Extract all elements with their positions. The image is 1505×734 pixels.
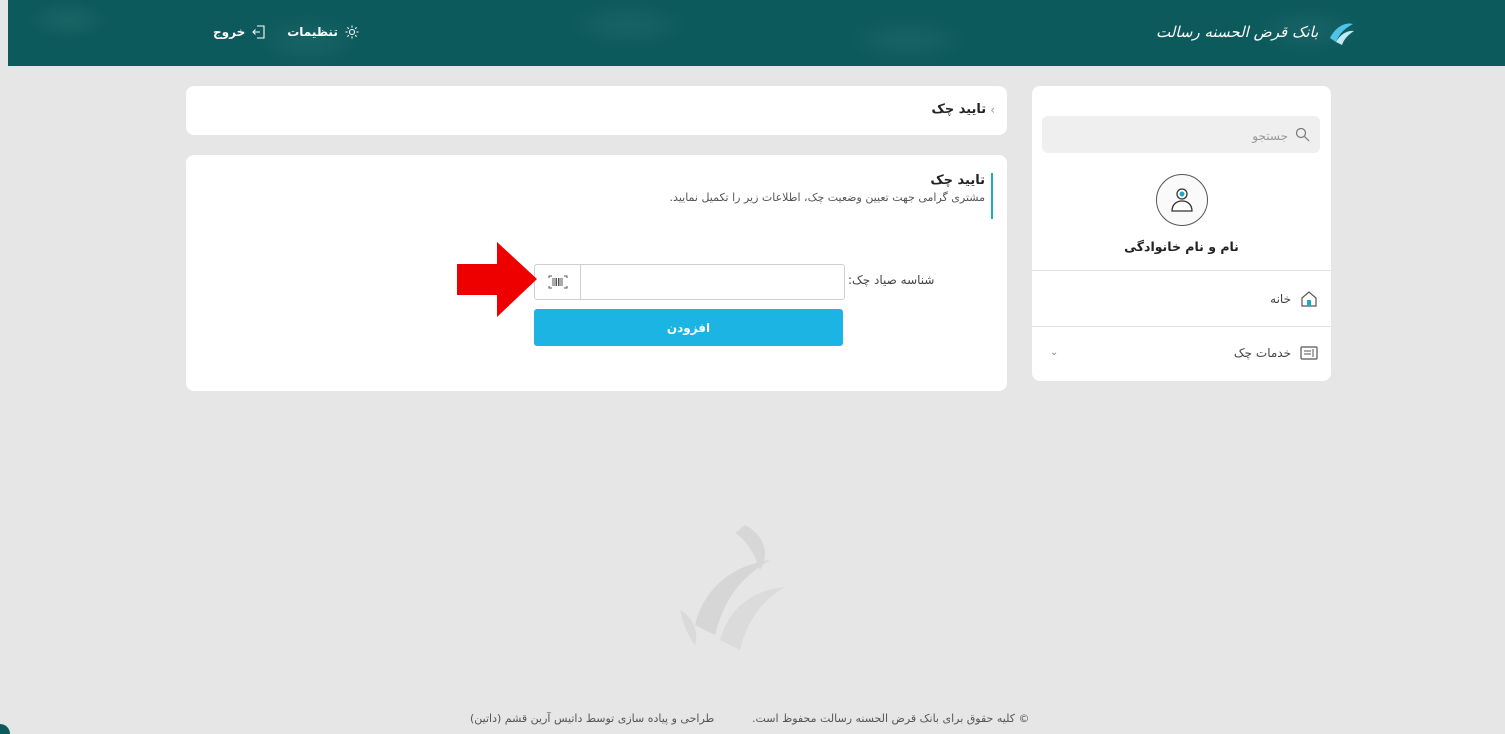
- breadcrumb-card: › تایید چک: [186, 86, 1007, 135]
- sidebar-item-label: خانه: [1270, 292, 1291, 306]
- user-icon: [1171, 188, 1193, 212]
- sidebar-item-cheque-services[interactable]: خدمات چک ⌄: [1032, 330, 1331, 376]
- sayad-id-field: [534, 264, 845, 300]
- sidebar-item-label: خدمات چک: [1233, 346, 1291, 360]
- gear-icon: [345, 25, 359, 39]
- resalat-watermark-icon: [680, 525, 785, 650]
- settings-button[interactable]: تنظیمات: [287, 24, 360, 40]
- sidebar: نام و نام خانوادگی خانه خدمات چک ⌄: [1032, 86, 1331, 381]
- app-header: بانک قرض الحسنه رسالت تنظیمات خروج: [8, 0, 1505, 66]
- barcode-scan-button[interactable]: [535, 265, 581, 299]
- settings-label: تنظیمات: [287, 25, 338, 39]
- red-arrow-annotation: [457, 242, 537, 317]
- credit-text: طراحی و پیاده سازی توسط داتیس آرین قشم (…: [470, 712, 715, 725]
- brand-logo[interactable]: بانک قرض الحسنه رسالت: [1156, 18, 1356, 46]
- search-input[interactable]: [1056, 116, 1290, 155]
- header-actions: تنظیمات خروج: [213, 24, 360, 40]
- sayad-id-label: شناسه صیاد چک:: [848, 273, 935, 287]
- avatar[interactable]: [1156, 174, 1208, 226]
- list-icon: [1299, 343, 1319, 363]
- chevron-left-icon: ›: [990, 102, 995, 117]
- corner-decoration: [0, 724, 10, 734]
- cheque-confirm-form: تایید چک مشتری گرامی جهت تعیین وضعیت چک،…: [186, 155, 1007, 391]
- brand-name: بانک قرض الحسنه رسالت: [1156, 23, 1319, 41]
- user-name: نام و نام خانوادگی: [1124, 239, 1239, 254]
- copyright-text: © کلیه حقوق برای بانک قرض الحسنه رسالت م…: [752, 712, 1030, 725]
- add-button[interactable]: افزودن: [534, 309, 843, 346]
- home-icon: [1299, 289, 1319, 309]
- resalat-logo-icon: [1330, 23, 1355, 45]
- form-header: تایید چک مشتری گرامی جهت تعیین وضعیت چک،…: [670, 173, 993, 219]
- chevron-down-icon[interactable]: ⌄: [1050, 347, 1058, 358]
- form-title: تایید چک: [930, 173, 985, 188]
- form-subtitle: مشتری گرامی جهت تعیین وضعیت چک، اطلاعات …: [669, 191, 985, 204]
- search-icon: [1295, 127, 1310, 142]
- breadcrumb: › تایید چک: [932, 102, 995, 117]
- logout-label: خروج: [213, 25, 246, 39]
- barcode-scan-icon: [548, 275, 567, 289]
- search-box: [1042, 116, 1320, 155]
- breadcrumb-current: تایید چک: [931, 102, 987, 117]
- sayad-id-input[interactable]: [581, 265, 843, 299]
- divider: [1032, 326, 1331, 327]
- sidebar-item-home[interactable]: خانه: [1032, 276, 1331, 322]
- logout-icon: [252, 25, 265, 39]
- logout-button[interactable]: خروج: [213, 24, 267, 40]
- divider: [1032, 270, 1331, 271]
